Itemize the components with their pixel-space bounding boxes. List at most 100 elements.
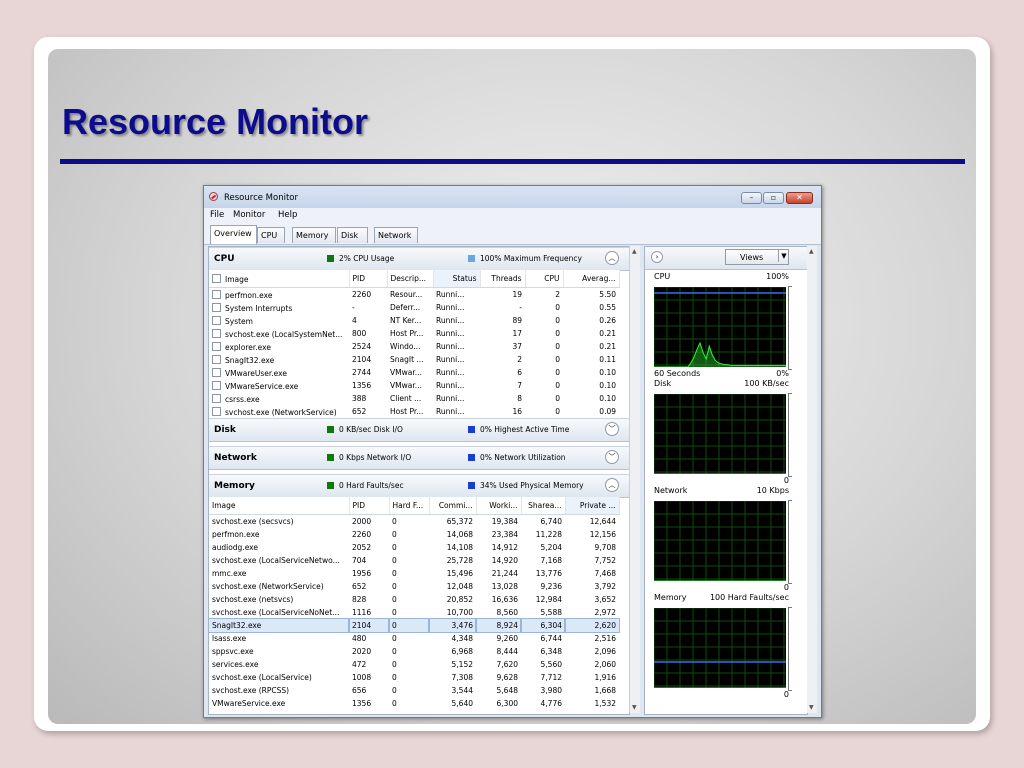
cpu-table-row[interactable]: System 4 NT Ker... Runni... 89 0 0.26: [209, 314, 619, 327]
cpu-usage-swatch: [327, 255, 334, 262]
row-checkbox[interactable]: [212, 354, 221, 364]
scroll-up-icon[interactable]: ▲: [632, 248, 637, 255]
row-checkbox[interactable]: [212, 341, 221, 351]
memory-col-header[interactable]: Commi...: [429, 497, 477, 515]
memory-col-header[interactable]: PID: [349, 497, 390, 515]
maximize-button[interactable]: ▫: [763, 192, 784, 204]
memory-col-header[interactable]: Sharea...: [521, 497, 566, 515]
cpu-col-header[interactable]: Descrip...: [387, 270, 434, 288]
row-checkbox[interactable]: [212, 328, 221, 338]
memory-table-row[interactable]: mmc.exe 1956 0 15,496 21,244 13,776 7,468: [209, 567, 619, 580]
memory-table-row[interactable]: perfmon.exe 2260 0 14,068 23,384 11,228 12,156: [209, 528, 619, 541]
cpu-cell-text: 0: [555, 381, 560, 390]
memory-table-row[interactable]: SnagIt32.exe 2104 0 3,476 8,924 6,304 2,620: [209, 618, 620, 633]
memory-table-row[interactable]: services.exe 472 0 5,152 7,620 5,560 2,060: [209, 658, 619, 671]
cpu-col-header[interactable]: PID: [349, 270, 388, 288]
memory-cell-text: 15,496: [446, 569, 473, 578]
views-dropdown-icon[interactable]: ▼: [778, 250, 789, 262]
memory-collapse-chevron-icon[interactable]: ︿: [605, 478, 619, 492]
graph-pane-scrollbar[interactable]: ▲ ▼: [807, 246, 817, 713]
memory-cell: 4,348: [429, 632, 476, 645]
cpu-collapse-chevron-icon[interactable]: ︿: [605, 251, 619, 265]
network-section-header[interactable]: Network 0 Kbps Network I/O 0% Network Ut…: [209, 446, 629, 470]
memory-table-row[interactable]: svchost.exe (netsvcs) 828 0 20,852 16,636 12,…: [209, 593, 619, 606]
row-checkbox[interactable]: [212, 315, 221, 325]
cpu-col-header[interactable]: Image: [209, 270, 350, 288]
disk-expand-chevron-icon[interactable]: ﹀: [605, 422, 619, 436]
graph-scroll-down-icon[interactable]: ▼: [809, 704, 814, 711]
graph-scroll-up-icon[interactable]: ▲: [809, 248, 814, 255]
memory-cell-text: 12,048: [446, 582, 473, 591]
memory-table-row[interactable]: svchost.exe (NetworkService) 652 0 12,048 13…: [209, 580, 619, 593]
memory-col-header[interactable]: Hard F...: [389, 497, 430, 515]
cpu-table-row[interactable]: VMwareUser.exe 2744 VMwar... Runni... 6 0 0.10: [209, 366, 619, 379]
memory-table-row[interactable]: svchost.exe (LocalServiceNetwo... 704 0 25,…: [209, 554, 619, 567]
row-checkbox[interactable]: [212, 393, 221, 403]
memory-table-row[interactable]: svchost.exe (RPCSS) 656 0 3,544 5,648 3,980 1,…: [209, 684, 619, 697]
cpu-table-row[interactable]: perfmon.exe 2260 Resour... Runni... 19 2 5.50: [209, 288, 619, 302]
memory-table-row[interactable]: sppsvc.exe 2020 0 6,968 8,444 6,348 2,096: [209, 645, 619, 658]
menu-monitor[interactable]: Monitor: [233, 210, 265, 220]
memory-cell-text: 12,984: [535, 595, 562, 604]
memory-table-row[interactable]: VMwareService.exe 1356 0 5,640 6,300 4,776 1,5…: [209, 697, 619, 710]
cpu-table-row[interactable]: svchost.exe (LocalSystemNet... 800 Host Pr…: [209, 327, 619, 340]
memory-table-row[interactable]: svchost.exe (LocalService) 1008 0 7,308 9,62…: [209, 671, 619, 684]
menu-file[interactable]: File: [210, 210, 224, 220]
memory-cell: 3,476: [428, 618, 477, 633]
tab-network[interactable]: Network: [374, 227, 418, 243]
menu-help[interactable]: Help: [278, 210, 297, 220]
close-button[interactable]: ✕: [786, 192, 813, 204]
cpu-table-row[interactable]: csrss.exe 388 Client ... Runni... 8 0 0.10: [209, 392, 619, 405]
memory-col-header[interactable]: Worki...: [476, 497, 522, 515]
cpu-col-header[interactable]: CPU: [525, 270, 564, 288]
memory-col-header[interactable]: Private ...: [565, 497, 620, 515]
disk-section-header[interactable]: Disk 0 KB/sec Disk I/O 0% Highest Active…: [209, 418, 629, 442]
cpu-table-row[interactable]: SnagIt32.exe 2104 SnagIt ... Runni... 2 0 0.11: [209, 353, 619, 366]
cpu-col-header[interactable]: Status: [433, 270, 481, 288]
cpu-table-row[interactable]: System Interrupts - Deferr... Runni... - 0 0.5…: [209, 301, 619, 314]
cpu-cell: Deferr...: [387, 301, 433, 314]
cpu-cell: csrss.exe: [209, 392, 349, 405]
memory-table-row[interactable]: svchost.exe (LocalServiceNoNet... 1116 0 10…: [209, 606, 619, 619]
memory-col-header[interactable]: Image: [209, 497, 350, 515]
cpu-table-row[interactable]: explorer.exe 2524 Windo... Runni... 37 0 0.21: [209, 340, 619, 353]
row-checkbox[interactable]: [212, 406, 221, 416]
memory-cell-text: 0: [392, 543, 397, 552]
memory-cell: 0: [389, 515, 429, 529]
title-bar[interactable]: Resource Monitor – ▫ ✕: [204, 186, 821, 208]
cpu-cell-text: 19: [512, 290, 522, 299]
tab-strip: Overview CPU Memory Disk Network: [204, 222, 821, 245]
tab-cpu[interactable]: CPU: [257, 227, 285, 243]
minimize-button[interactable]: –: [741, 192, 762, 204]
tab-memory[interactable]: Memory: [292, 227, 336, 243]
tab-disk[interactable]: Disk: [337, 227, 368, 243]
memory-cell: 5,648: [476, 684, 521, 697]
overview-scrollbar[interactable]: ▲ ▼: [629, 246, 640, 713]
network-expand-chevron-icon[interactable]: ﹀: [605, 450, 619, 464]
memory-section-header[interactable]: Memory 0 Hard Faults/sec 34% Used Physic…: [209, 474, 629, 498]
memory-table-row[interactable]: lsass.exe 480 0 4,348 9,260 6,744 2,516: [209, 632, 619, 645]
memory-table-row[interactable]: audiodg.exe 2052 0 14,108 14,912 5,204 9,708: [209, 541, 619, 554]
cpu-table-row[interactable]: svchost.exe (NetworkService) 652 Host Pr..…: [209, 405, 619, 418]
memory-table-row[interactable]: svchost.exe (secsvcs) 2000 0 65,372 19,384 6,…: [209, 515, 619, 529]
row-checkbox[interactable]: [212, 367, 221, 377]
collapse-graph-pane-icon[interactable]: ›: [651, 251, 663, 263]
cpu-cell-text: 16: [512, 407, 522, 416]
cpu-col-header[interactable]: Averag...: [563, 270, 620, 288]
row-checkbox[interactable]: [212, 289, 221, 299]
memory-cell: 472: [349, 658, 389, 671]
memory-cell-text: 25,728: [446, 556, 473, 565]
memory-cell-text: 14,108: [446, 543, 473, 552]
cpu-table-row[interactable]: VMwareService.exe 1356 VMwar... Runni... 7 0 0…: [209, 379, 619, 392]
memory-cell: sppsvc.exe: [209, 645, 349, 658]
cpu-col-header[interactable]: Threads: [480, 270, 526, 288]
tab-overview[interactable]: Overview: [210, 225, 257, 244]
cpu-cell-text: 388: [352, 394, 367, 403]
row-checkbox[interactable]: [212, 302, 221, 312]
graph-pane: › Views ▼ CPU 100% 60 Seconds 0% Disk 100 KB/…: [644, 246, 808, 715]
cpu-section-header[interactable]: CPU 2% CPU Usage 100% Maximum Frequency …: [209, 247, 629, 271]
select-all-checkbox[interactable]: [212, 273, 221, 283]
scroll-down-icon[interactable]: ▼: [632, 704, 637, 711]
row-checkbox[interactable]: [212, 380, 221, 390]
memory-cell: 0: [389, 541, 429, 554]
